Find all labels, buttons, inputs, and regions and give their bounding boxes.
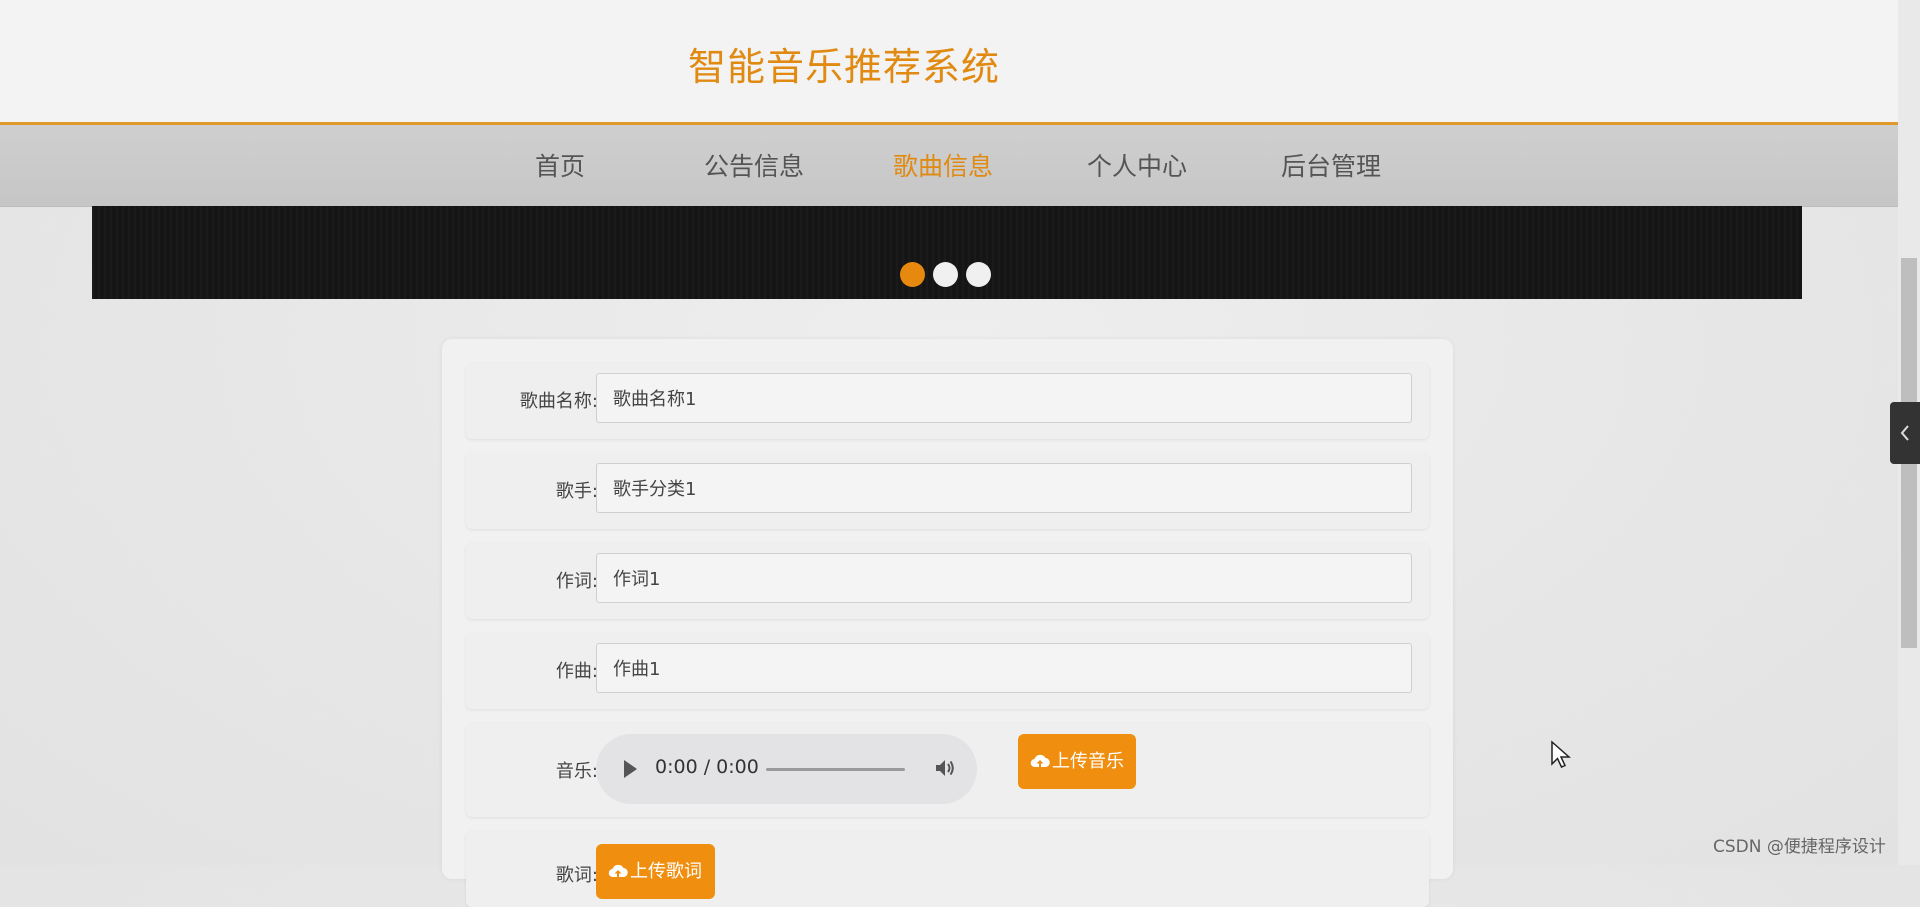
form-row-composer: 作曲: [466,633,1429,709]
mouse-cursor-icon [1551,740,1571,768]
audio-progress-bar[interactable] [766,768,905,771]
singer-input[interactable] [596,463,1412,513]
nav-item-home[interactable]: 首页 [535,147,585,183]
carousel-dot-3[interactable] [966,262,991,287]
cloud-upload-icon [1030,754,1050,768]
main-nav: 首页 公告信息 歌曲信息 个人中心 后台管理 [0,125,1898,207]
upload-music-button[interactable]: 上传音乐 [1018,734,1136,789]
chevron-left-icon [1900,425,1909,441]
form-row-lyricist: 作词: [466,543,1429,619]
form-row-music: 音乐: 0:00 / 0:00 上传音乐 [466,723,1429,817]
lyricist-label: 作词: [555,571,598,592]
song-detail-form: 歌曲名称: 歌手: 作词: 作曲: 音乐: 0:00 / 0:00 [442,339,1453,907]
form-row-singer: 歌手: [466,453,1429,529]
site-title: 智能音乐推荐系统 [688,45,1001,89]
song-name-input[interactable] [596,373,1412,423]
carousel-dot-2[interactable] [933,262,958,287]
upload-lyrics-button[interactable]: 上传歌词 [596,844,715,899]
singer-label: 歌手: [555,481,598,502]
form-row-song-name: 歌曲名称: [466,363,1429,439]
play-icon[interactable] [624,760,637,778]
form-row-lyrics: 歌词: 上传歌词 [466,831,1429,907]
music-label: 音乐: [555,761,598,782]
composer-input[interactable] [596,643,1412,693]
audio-time: 0:00 / 0:00 [655,756,759,778]
site-header: 智能音乐推荐系统 [0,0,1898,125]
volume-icon[interactable] [934,757,956,779]
nav-item-personal-center[interactable]: 个人中心 [1087,147,1187,183]
carousel-dot-1[interactable] [900,262,925,287]
upload-music-label: 上传音乐 [1052,751,1124,772]
composer-label: 作曲: [555,661,598,682]
nav-item-admin[interactable]: 后台管理 [1281,147,1381,183]
carousel-banner [92,206,1802,299]
nav-item-songs[interactable]: 歌曲信息 [893,147,993,183]
audio-player: 0:00 / 0:00 [596,734,977,804]
nav-item-announcements[interactable]: 公告信息 [704,147,804,183]
lyricist-input[interactable] [596,553,1412,603]
song-name-label: 歌曲名称: [519,391,598,412]
upload-lyrics-label: 上传歌词 [630,861,702,882]
side-panel-toggle[interactable] [1890,402,1920,464]
watermark: CSDN @便捷程序设计 [1713,837,1886,857]
